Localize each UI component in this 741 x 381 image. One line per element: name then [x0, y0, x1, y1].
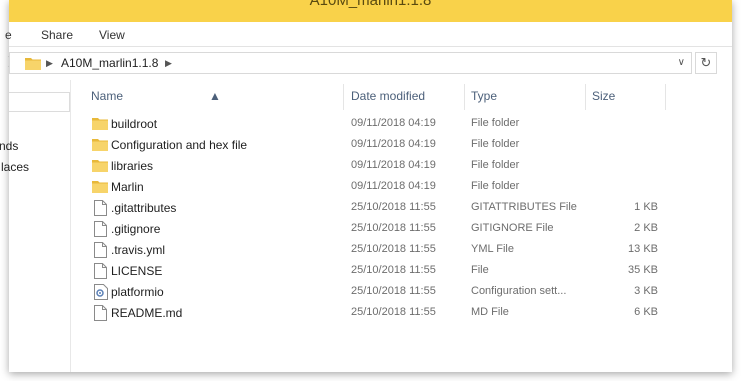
file-date-modified: 25/10/2018 11:55 — [351, 306, 436, 318]
file-type: File folder — [471, 180, 520, 192]
file-row[interactable]: Configuration and hex file 09/11/2018 04:… — [72, 135, 732, 156]
sort-ascending-icon: ▲ — [209, 89, 221, 103]
file-type: File — [471, 264, 489, 276]
file-size: 6 KB — [634, 306, 658, 318]
column-divider[interactable] — [464, 84, 465, 110]
column-date-modified[interactable]: Date modified — [351, 89, 425, 103]
file-date-modified: 09/11/2018 04:19 — [351, 138, 436, 150]
title-bar[interactable]: A10M_marlin1.1.8 — [9, 0, 732, 22]
chevron-right-icon[interactable]: ▶ — [46, 58, 53, 69]
explorer-window: A10M_marlin1.1.8 e Share View ❯ ▶ A10M_m… — [0, 0, 732, 372]
file-size: 2 KB — [634, 222, 658, 234]
column-divider[interactable] — [343, 84, 344, 110]
file-type: YML File — [471, 243, 514, 255]
file-type: File folder — [471, 117, 520, 129]
column-divider[interactable] — [585, 84, 586, 110]
file-size: 13 KB — [628, 243, 658, 255]
ribbon-tabs: e Share View — [5, 22, 732, 47]
file-icon — [94, 221, 107, 240]
file-row[interactable]: Marlin 09/11/2018 04:19 File folder — [72, 177, 732, 198]
file-row[interactable]: platformio 25/10/2018 11:55 Configuration … — [72, 282, 732, 303]
file-name: .gitattributes — [111, 201, 177, 215]
file-row[interactable]: .travis.yml 25/10/2018 11:55 YML File 13 KB — [72, 240, 732, 261]
chevron-down-icon[interactable]: ∨ — [678, 57, 685, 68]
file-row[interactable]: README.md 25/10/2018 11:55 MD File 6 KB — [72, 303, 732, 324]
tab-home[interactable]: e — [5, 28, 12, 42]
file-date-modified: 09/11/2018 04:19 — [351, 159, 436, 171]
chevron-right-icon[interactable]: ▶ — [165, 58, 172, 69]
file-row[interactable]: .gitignore 25/10/2018 11:55 GITIGNORE File… — [72, 219, 732, 240]
settings-file-icon — [94, 284, 108, 303]
file-name: platformio — [111, 285, 164, 299]
navigation-pane: nds laces — [0, 80, 71, 372]
file-name: buildroot — [111, 117, 158, 131]
file-icon — [94, 242, 107, 261]
folder-icon — [25, 56, 41, 73]
file-icon — [94, 263, 107, 282]
column-divider[interactable] — [665, 84, 666, 110]
nav-item-downloads[interactable]: nds — [0, 139, 18, 153]
file-name: libraries — [111, 159, 154, 173]
file-type: File folder — [471, 159, 520, 171]
file-type: GITIGNORE File — [471, 222, 554, 234]
address-bar[interactable]: ▶ A10M_marlin1.1.8 ▶ ∨ — [9, 52, 692, 74]
folder-icon — [92, 179, 108, 196]
nav-pane-box — [9, 92, 70, 112]
file-date-modified: 25/10/2018 11:55 — [351, 285, 436, 297]
file-list: Name ▲ Date modified Type Size buildroot… — [72, 80, 732, 372]
file-name: LICENSE — [111, 264, 163, 278]
nav-item-recent-places[interactable]: laces — [1, 160, 29, 174]
file-row[interactable]: .gitattributes 25/10/2018 11:55 GITATTRIBU… — [72, 198, 732, 219]
column-name[interactable]: Name — [91, 89, 123, 103]
file-size: 35 KB — [628, 264, 658, 276]
file-date-modified: 25/10/2018 11:55 — [351, 243, 436, 255]
file-date-modified: 09/11/2018 04:19 — [351, 180, 436, 192]
file-type: Configuration sett... — [471, 285, 567, 297]
file-date-modified: 25/10/2018 11:55 — [351, 222, 436, 234]
window-title: A10M_marlin1.1.8 — [309, 0, 432, 9]
file-type: MD File — [471, 306, 509, 318]
file-size: 1 KB — [634, 201, 658, 213]
file-type: File folder — [471, 138, 520, 150]
file-date-modified: 25/10/2018 11:55 — [351, 264, 436, 276]
file-row[interactable]: buildroot 09/11/2018 04:19 File folder — [72, 114, 732, 135]
file-name: Configuration and hex file — [111, 138, 248, 152]
file-name: README.md — [111, 306, 183, 320]
tab-view[interactable]: View — [99, 28, 125, 42]
column-size[interactable]: Size — [592, 89, 615, 103]
refresh-button[interactable]: ↻ — [695, 52, 717, 74]
refresh-icon: ↻ — [700, 55, 712, 70]
file-row[interactable]: libraries 09/11/2018 04:19 File folder — [72, 156, 732, 177]
folder-icon — [92, 137, 108, 154]
tab-share[interactable]: Share — [41, 28, 73, 42]
file-name: .gitignore — [111, 222, 161, 236]
file-size: 3 KB — [634, 285, 658, 297]
column-type[interactable]: Type — [471, 89, 497, 103]
file-icon — [94, 305, 107, 324]
column-header-row: Name ▲ Date modified Type Size — [72, 80, 732, 110]
breadcrumb-current[interactable]: A10M_marlin1.1.8 — [61, 56, 158, 70]
file-icon — [94, 200, 107, 219]
address-row: ❯ ▶ A10M_marlin1.1.8 ▶ ∨ ↻ — [7, 48, 732, 80]
file-date-modified: 09/11/2018 04:19 — [351, 117, 436, 129]
folder-icon — [92, 116, 108, 133]
file-name: .travis.yml — [111, 243, 165, 257]
file-type: GITATTRIBUTES File — [471, 201, 577, 213]
file-row[interactable]: LICENSE 25/10/2018 11:55 File 35 KB — [72, 261, 732, 282]
file-name: Marlin — [111, 180, 144, 194]
folder-icon — [92, 158, 108, 175]
file-date-modified: 25/10/2018 11:55 — [351, 201, 436, 213]
